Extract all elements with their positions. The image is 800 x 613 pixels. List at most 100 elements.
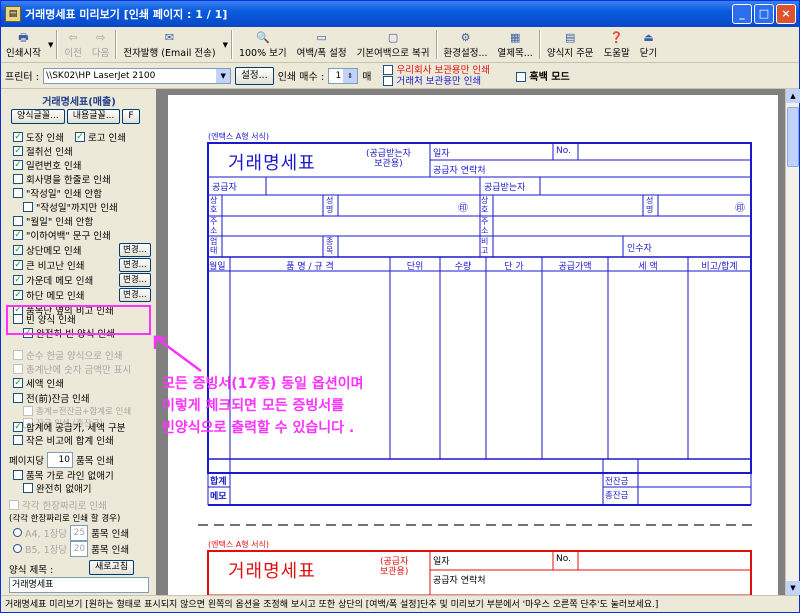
a4-radio[interactable] bbox=[13, 528, 22, 537]
print-start-button[interactable]: 🖶 인쇄시작 bbox=[1, 27, 46, 62]
fully-none-option[interactable]: 완전히 없애기 bbox=[23, 480, 91, 495]
close-button[interactable]: ⏏ 닫기 bbox=[635, 27, 662, 62]
bw-mode-checkbox[interactable] bbox=[515, 72, 526, 82]
total-prev-checkbox[interactable] bbox=[23, 405, 33, 416]
zoom-100-button[interactable]: 🔍 100% 보기 bbox=[234, 27, 292, 62]
stamp-option[interactable]: ✓ 도장 인쇄 ✓ 로고 인쇄 bbox=[13, 129, 126, 144]
mid-memo-change-button[interactable]: 변경... bbox=[119, 272, 151, 287]
scroll-up-arrow[interactable]: ▲ bbox=[786, 89, 800, 103]
total-split-checkbox[interactable]: ✓ bbox=[13, 421, 23, 432]
company-one-line-option[interactable]: 회사명을 한줄로 인쇄 bbox=[13, 171, 111, 186]
restore-margin-button[interactable]: ▢ 기본여백으로 복귀 bbox=[352, 27, 435, 62]
their-copy-checkbox[interactable] bbox=[383, 76, 394, 86]
b5-option[interactable]: B5, 1장당 20 품목 인쇄 bbox=[13, 540, 129, 557]
form2-contact-label: 공급자 연락처 bbox=[433, 576, 486, 586]
top-memo-change-button[interactable]: 변경... bbox=[119, 242, 151, 257]
mid-memo-checkbox[interactable]: ✓ bbox=[13, 274, 23, 285]
printer-setup-button[interactable]: 설정... bbox=[235, 66, 274, 85]
preview-area[interactable]: (엔택스 A형 서식) 거래명세표 (공급받는자 보관용) 일자 No. 공급자 … bbox=[156, 89, 785, 595]
font-f-button[interactable]: F bbox=[122, 109, 140, 124]
content-font-button[interactable]: 내용글꼴... bbox=[66, 109, 121, 124]
total-balance-label: 총잔금 bbox=[605, 491, 629, 501]
copies-stepper[interactable]: 1 ⇕ bbox=[328, 67, 359, 84]
vertical-scrollbar[interactable]: ▲ ▼ bbox=[785, 89, 800, 595]
big-note-change-button[interactable]: 변경... bbox=[119, 257, 151, 272]
top-memo-checkbox[interactable]: ✓ bbox=[13, 244, 23, 255]
author-no-option[interactable]: "작성일" 인쇄 안함 bbox=[13, 185, 102, 200]
each-size-checkbox[interactable] bbox=[9, 499, 19, 510]
form-title-input[interactable]: 거래명세표 bbox=[9, 577, 149, 593]
their-copy-option[interactable]: 거래처 보관용만 인쇄 bbox=[383, 76, 489, 87]
email-issue-button[interactable]: ✉ 전자발행 (Email 전송) bbox=[118, 27, 220, 62]
help-button[interactable]: ❓ 도움말 bbox=[599, 27, 635, 62]
seal-mark: ㊞ bbox=[458, 203, 468, 214]
bottom-memo-checkbox[interactable]: ✓ bbox=[13, 289, 23, 300]
stamp-checkbox[interactable]: ✓ bbox=[13, 131, 23, 142]
serial-checkbox[interactable]: ✓ bbox=[13, 159, 23, 170]
month-no-option[interactable]: "월일" 인쇄 안함 bbox=[13, 213, 93, 228]
b5-radio[interactable] bbox=[13, 544, 22, 553]
our-copy-checkbox[interactable] bbox=[383, 65, 394, 75]
row-lines-checkbox[interactable] bbox=[13, 469, 23, 480]
close-window-button[interactable]: × bbox=[776, 4, 796, 24]
cutline-checkbox[interactable]: ✓ bbox=[13, 145, 23, 156]
bottom-memo-change-button[interactable]: 변경... bbox=[119, 287, 151, 302]
printer-select[interactable]: \\SK02\HP LaserJet 2100 ▼ bbox=[43, 67, 232, 84]
cutline-option[interactable]: ✓ 절취선 인쇄 bbox=[13, 143, 73, 158]
b5-count-input[interactable]: 20 bbox=[70, 540, 89, 557]
email-dropdown-arrow[interactable]: ▼ bbox=[221, 41, 230, 49]
env-settings-button[interactable]: ⚙ 환경설정... bbox=[439, 27, 493, 62]
scroll-down-arrow[interactable]: ▼ bbox=[786, 581, 800, 595]
print-dropdown-arrow[interactable]: ▼ bbox=[46, 41, 55, 49]
refresh-button[interactable]: 새로고침 bbox=[89, 560, 135, 575]
month-no-checkbox[interactable] bbox=[13, 215, 23, 226]
total-cell-option[interactable]: 총계난에 숫자 금액만 표시 bbox=[13, 361, 131, 376]
per-page-input[interactable]: 10 bbox=[46, 451, 73, 468]
printer-label: 프린터 : bbox=[5, 72, 40, 83]
a4-count-input[interactable]: 25 bbox=[70, 524, 89, 541]
prev-balance-checkbox[interactable] bbox=[13, 392, 23, 403]
envelope-icon: ✉ bbox=[164, 30, 175, 44]
minimize-button[interactable]: _ bbox=[732, 4, 752, 24]
tax-print-checkbox[interactable]: ✓ bbox=[13, 377, 23, 388]
form-caption: (엔택스 A형 서식) bbox=[208, 132, 269, 141]
margin-setup-button[interactable]: ▭ 여백/폭 설정 bbox=[292, 27, 352, 62]
fully-none-checkbox[interactable] bbox=[23, 482, 33, 493]
a4-option[interactable]: A4, 1장당 25 품목 인쇄 bbox=[13, 524, 129, 541]
serial-option[interactable]: ✓ 일련번호 인쇄 bbox=[13, 157, 81, 172]
big-note-checkbox[interactable]: ✓ bbox=[13, 259, 23, 270]
top-memo-option[interactable]: ✓ 상단메모 인쇄 변경... bbox=[13, 242, 151, 257]
total-cell-checkbox[interactable] bbox=[13, 363, 23, 374]
author-no-checkbox[interactable] bbox=[13, 187, 23, 198]
table-icon: ▦ bbox=[509, 30, 521, 44]
blank-msg-option[interactable]: ✓ "이하여백" 문구 인쇄 bbox=[13, 227, 111, 242]
form2-date-label: 일자 bbox=[433, 557, 450, 567]
annotation-arrow-icon bbox=[153, 335, 202, 373]
blank-msg-checkbox[interactable]: ✓ bbox=[13, 229, 23, 240]
small-note-option[interactable]: 작은 비고에 합계 인쇄 bbox=[13, 432, 114, 447]
tax-print-option[interactable]: ✓ 세액 인쇄 bbox=[13, 375, 64, 390]
bottom-memo-option[interactable]: ✓ 하단 메모 인쇄 변경... bbox=[13, 287, 151, 302]
company-one-line-checkbox[interactable] bbox=[13, 173, 23, 184]
title-bar[interactable]: ▤ 거래명세표 미리보기 [인쇄 페이지 : 1 / 1] _ □ × bbox=[1, 1, 799, 27]
our-copy-option[interactable]: 우리회사 보관용만 인쇄 bbox=[383, 65, 490, 76]
scroll-thumb[interactable] bbox=[787, 107, 799, 167]
bw-mode-option[interactable]: 흑백 모드 bbox=[515, 68, 570, 83]
pure-amount-option[interactable]: 순수 한글 양식으로 인쇄 bbox=[13, 347, 122, 362]
big-note-option[interactable]: ✓ 큰 비고난 인쇄 변경... bbox=[13, 257, 151, 272]
prev-page-button[interactable]: ⇦ 이전 bbox=[59, 27, 86, 62]
mid-memo-option[interactable]: ✓ 가운데 메모 인쇄 변경... bbox=[13, 272, 151, 287]
next-page-button[interactable]: ⇨ 다음 bbox=[87, 27, 114, 62]
form-font-button[interactable]: 양식글꼴... bbox=[11, 109, 65, 124]
chevron-down-icon: ▼ bbox=[216, 68, 231, 83]
logo-checkbox[interactable]: ✓ bbox=[74, 131, 85, 142]
author-to-option[interactable]: "작성일"까지만 인쇄 bbox=[23, 199, 118, 214]
small-note-checkbox[interactable] bbox=[13, 434, 23, 445]
pure-amount-checkbox[interactable] bbox=[13, 349, 23, 360]
maximize-button[interactable]: □ bbox=[754, 4, 774, 24]
column-title-button[interactable]: ▦ 열제목... bbox=[493, 27, 538, 62]
help-icon: ❓ bbox=[609, 30, 624, 44]
author-to-checkbox[interactable] bbox=[23, 201, 33, 212]
status-bar: 거래명세표 미리보기 [원하는 형태로 표시되지 않으면 왼쪽의 옵션을 조정해… bbox=[1, 595, 799, 613]
form-order-button[interactable]: ▤ 양식지 주문 bbox=[542, 27, 599, 62]
